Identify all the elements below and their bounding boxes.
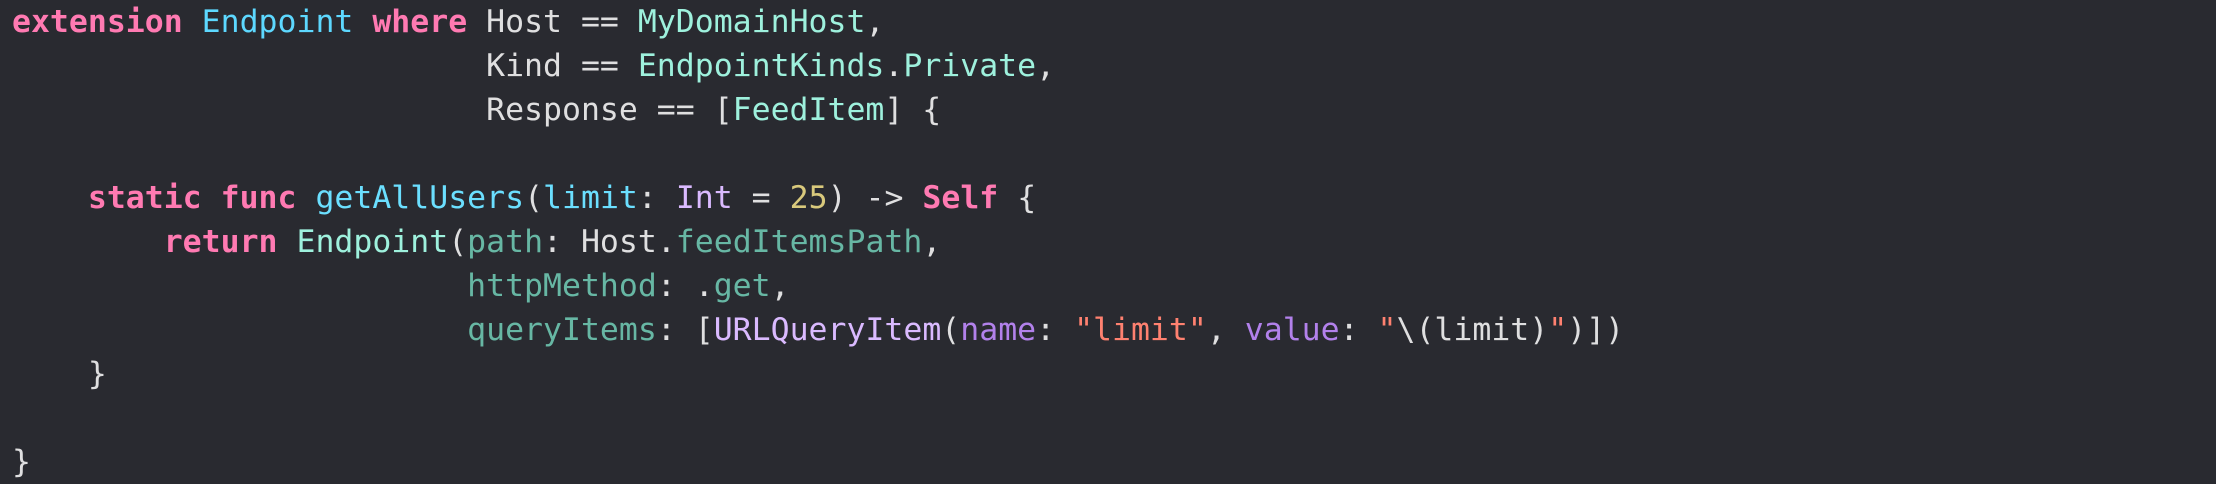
code-token: : — [637, 180, 676, 216]
code-token: : [ — [656, 312, 714, 348]
code-token: EndpointKinds — [637, 48, 885, 84]
code-token: , — [1206, 312, 1245, 348]
code-token: limit — [543, 180, 638, 216]
code-token: return — [163, 224, 278, 260]
code-token: Private — [903, 48, 1037, 84]
code-token: Endpoint — [201, 4, 354, 40]
code-token: : — [1036, 312, 1075, 348]
code-token: ] { — [884, 92, 942, 128]
code-token: "limit" — [1074, 312, 1207, 348]
code-token: ( — [941, 312, 961, 348]
code-editor[interactable]: extension Endpoint where Host == MyDomai… — [0, 0, 2216, 484]
code-token: , — [1036, 48, 1056, 84]
code-token: , — [770, 268, 790, 304]
code-token: . — [884, 48, 904, 84]
code-token: : . — [656, 268, 714, 304]
code-token: ( — [524, 180, 544, 216]
code-token: Host == — [467, 4, 638, 40]
code-token: value — [1244, 312, 1340, 348]
code-token: )]) — [1567, 312, 1625, 348]
code-line: queryItems: [URLQueryItem(name: "limit",… — [12, 308, 1624, 352]
code-token: : — [1339, 312, 1378, 348]
code-token: static — [87, 180, 202, 216]
code-line: static func getAllUsers(limit: Int = 25)… — [12, 176, 1036, 220]
code-token: feedItemsPath — [675, 224, 923, 260]
code-token: get — [713, 268, 771, 304]
code-token: name — [960, 312, 1037, 348]
code-line: httpMethod: .get, — [12, 264, 790, 308]
code-token: path — [467, 224, 544, 260]
code-token: Response == [ — [12, 92, 733, 128]
code-token: FeedItem — [732, 92, 885, 128]
code-line: } — [12, 440, 31, 484]
code-token: 25 — [789, 180, 828, 216]
code-token: , — [865, 4, 885, 40]
code-token: " — [1377, 312, 1397, 348]
code-token: Self — [922, 180, 999, 216]
code-line: Kind == EndpointKinds.Private, — [12, 44, 1055, 88]
code-line: Response == [FeedItem] { — [12, 88, 941, 132]
code-token: func — [220, 180, 297, 216]
code-token: Endpoint — [296, 224, 449, 260]
code-token: URLQueryItem — [713, 312, 942, 348]
code-token: Int — [675, 180, 733, 216]
code-line: } — [12, 352, 107, 396]
code-token: httpMethod — [467, 268, 657, 304]
code-token: = — [732, 180, 790, 216]
code-token: } — [12, 356, 107, 392]
code-token: : Host. — [543, 224, 676, 260]
code-token: extension — [12, 4, 183, 40]
code-token: ) -> — [827, 180, 923, 216]
code-token: ( — [448, 224, 468, 260]
code-token: Kind == — [12, 48, 638, 84]
code-token: { — [998, 180, 1037, 216]
code-line: extension Endpoint where Host == MyDomai… — [12, 0, 884, 44]
code-token: } — [12, 444, 31, 480]
code-token: getAllUsers — [315, 180, 525, 216]
code-token: queryItems — [467, 312, 657, 348]
code-token: \(limit) — [1396, 312, 1549, 348]
code-token: where — [372, 4, 468, 40]
code-line: return Endpoint(path: Host.feedItemsPath… — [12, 220, 942, 264]
code-token: , — [922, 224, 942, 260]
code-token: " — [1548, 312, 1568, 348]
code-token: MyDomainHost — [637, 4, 866, 40]
